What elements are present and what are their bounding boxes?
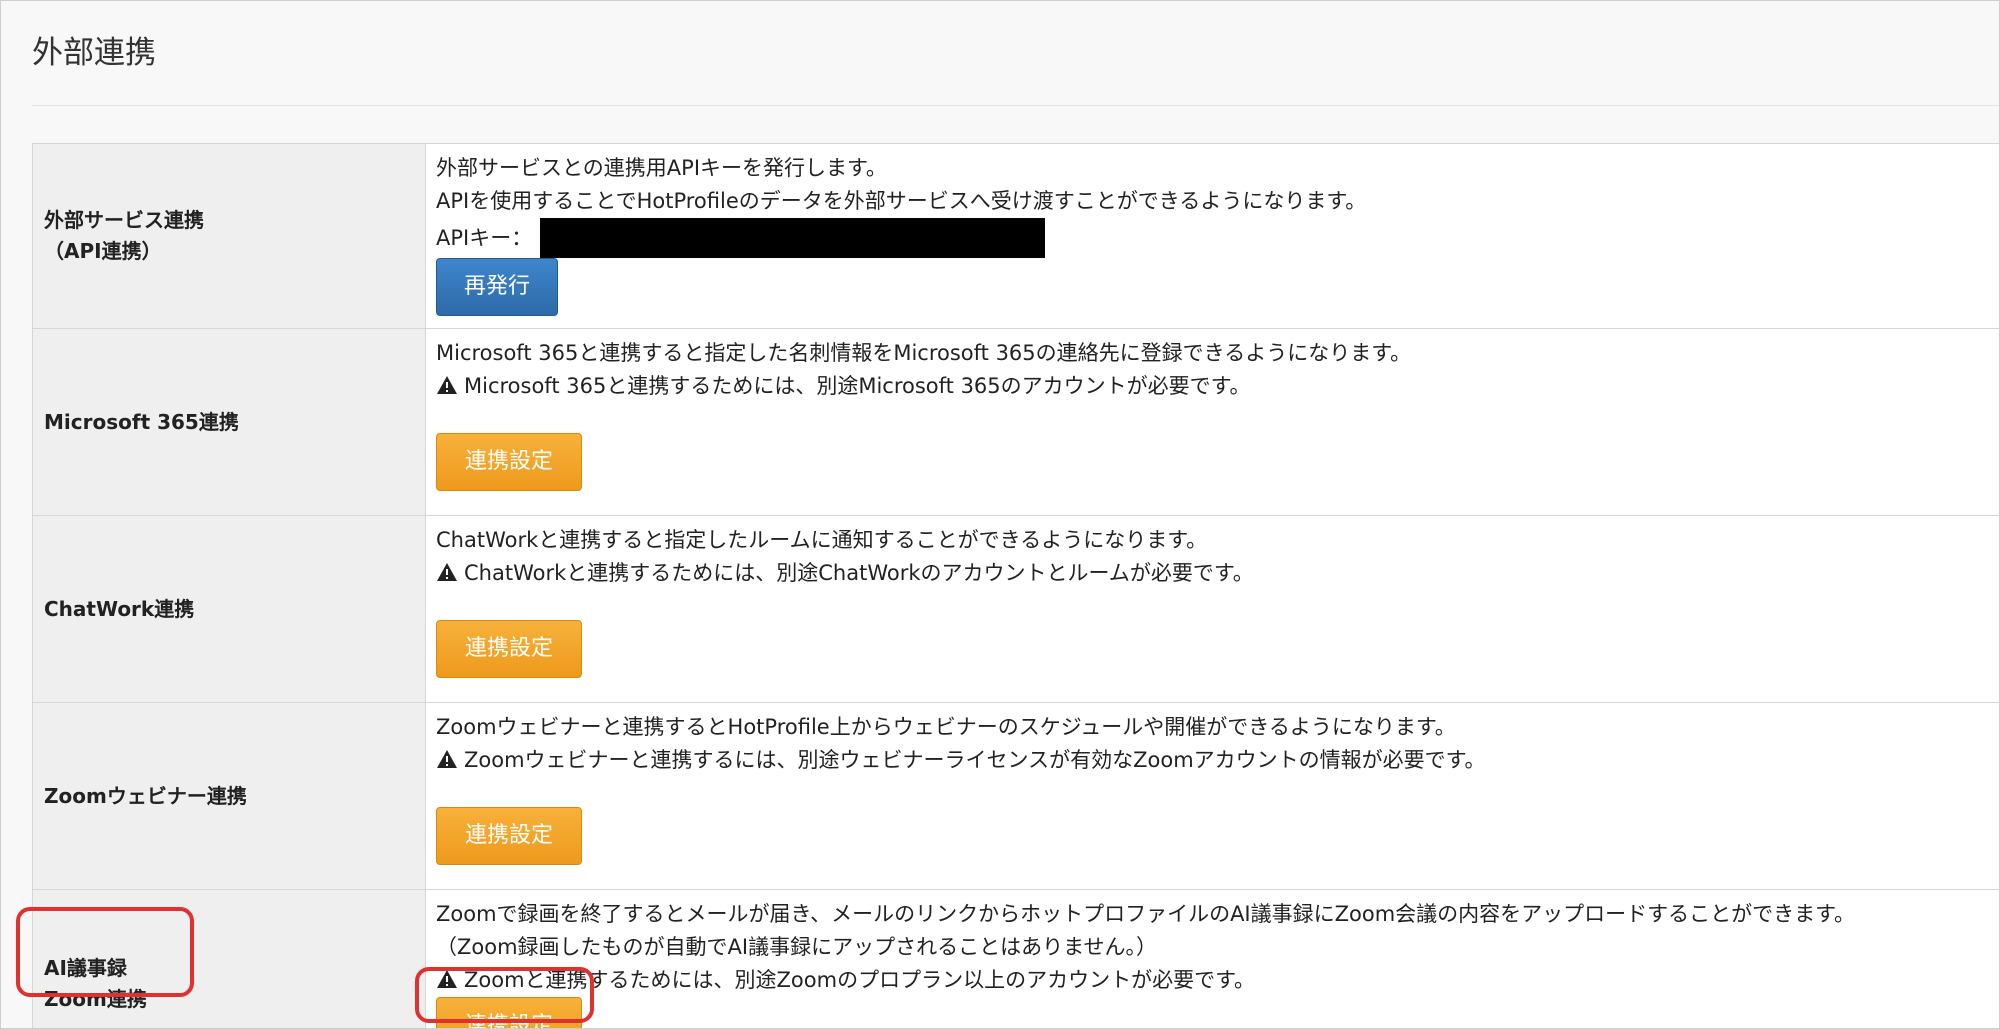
table-row-zoom-webinar: Zoomウェビナー連携 Zoomウェビナーと連携するとHotProfile上から… bbox=[32, 702, 1999, 890]
warning-triangle-icon bbox=[437, 376, 457, 394]
title-divider bbox=[32, 105, 1999, 106]
api-key-label: APIキー： bbox=[436, 225, 533, 250]
api-description-2: APIを使用することでHotProfileのデータを外部サービスへ受け渡すことが… bbox=[436, 189, 1367, 213]
row-label-zoom-webinar: Zoomウェビナー連携 bbox=[32, 702, 426, 890]
zoom-webinar-warning: Zoomウェビナーと連携するには、別途ウェビナーライセンスが有効なZoomアカウ… bbox=[436, 744, 1999, 777]
chatwork-connect-button[interactable]: 連携設定 bbox=[436, 620, 582, 678]
integration-table: 外部サービス連携 （API連携） 外部サービスとの連携用APIキーを発行します。… bbox=[32, 143, 1999, 1028]
row-label-api-line1: 外部サービス連携 bbox=[44, 208, 204, 232]
row-label-microsoft365: Microsoft 365連携 bbox=[32, 328, 426, 516]
table-row-api: 外部サービス連携 （API連携） 外部サービスとの連携用APIキーを発行します。… bbox=[32, 143, 1999, 329]
table-row-ai-minutes-zoom: AI議事録 Zoom連携 Zoomで録画を終了するとメールが届き、メールのリンク… bbox=[32, 889, 1999, 1028]
table-row-chatwork: ChatWork連携 ChatWorkと連携すると指定したルームに通知することが… bbox=[32, 515, 1999, 703]
row-label-api: 外部サービス連携 （API連携） bbox=[32, 143, 426, 329]
highlight-ai-zoom-label bbox=[16, 907, 194, 997]
row-label-api-line2: （API連携） bbox=[44, 239, 162, 263]
zoom-webinar-description: Zoomウェビナーと連携するとHotProfile上からウェビナーのスケジュール… bbox=[436, 715, 1456, 739]
warning-triangle-icon bbox=[437, 563, 457, 581]
microsoft365-warning: Microsoft 365と連携するためには、別途Microsoft 365のア… bbox=[436, 370, 1999, 403]
row-content-chatwork: ChatWorkと連携すると指定したルームに通知することができるようになります。… bbox=[425, 515, 1999, 703]
ai-zoom-warning: Zoomと連携するためには、別途Zoomのプロプラン以上のアカウントが必要です。 bbox=[436, 964, 1999, 997]
api-key-row: APIキー： bbox=[436, 218, 1999, 258]
chatwork-description: ChatWorkと連携すると指定したルームに通知することができるようになります。 bbox=[436, 528, 1208, 552]
row-content-zoom-webinar: Zoomウェビナーと連携するとHotProfile上からウェビナーのスケジュール… bbox=[425, 702, 1999, 890]
external-integration-panel: 外部連携 外部サービス連携 （API連携） 外部サービスとの連携用APIキーを発… bbox=[0, 0, 2000, 1029]
zoom-webinar-connect-button[interactable]: 連携設定 bbox=[436, 807, 582, 865]
chatwork-warning-text: ChatWorkと連携するためには、別途ChatWorkのアカウントとルームが必… bbox=[464, 561, 1254, 585]
api-key-value-redacted bbox=[540, 218, 1046, 258]
row-content-microsoft365: Microsoft 365と連携すると指定した名刺情報をMicrosoft 36… bbox=[425, 328, 1999, 516]
table-row-microsoft365: Microsoft 365連携 Microsoft 365と連携すると指定した名… bbox=[32, 328, 1999, 516]
row-content-api: 外部サービスとの連携用APIキーを発行します。 APIを使用することでHotPr… bbox=[425, 143, 1999, 329]
page-title: 外部連携 bbox=[32, 35, 156, 71]
zoom-webinar-warning-text: Zoomウェビナーと連携するには、別途ウェビナーライセンスが有効なZoomアカウ… bbox=[464, 748, 1486, 772]
ai-zoom-description-2: （Zoom録画したものが自動でAI議事録にアップされることはありません。） bbox=[436, 935, 1157, 959]
warning-triangle-icon bbox=[437, 750, 457, 768]
row-label-chatwork: ChatWork連携 bbox=[32, 515, 426, 703]
reissue-button[interactable]: 再発行 bbox=[436, 258, 558, 316]
microsoft365-warning-text: Microsoft 365と連携するためには、別途Microsoft 365のア… bbox=[464, 374, 1251, 398]
microsoft365-description: Microsoft 365と連携すると指定した名刺情報をMicrosoft 36… bbox=[436, 341, 1412, 365]
row-content-ai-minutes-zoom: Zoomで録画を終了するとメールが届き、メールのリンクからホットプロファイルのA… bbox=[425, 889, 1999, 1028]
ai-zoom-description-1: Zoomで録画を終了するとメールが届き、メールのリンクからホットプロファイルのA… bbox=[436, 902, 1856, 926]
microsoft365-connect-button[interactable]: 連携設定 bbox=[436, 433, 582, 491]
api-description-1: 外部サービスとの連携用APIキーを発行します。 bbox=[436, 156, 887, 180]
chatwork-warning: ChatWorkと連携するためには、別途ChatWorkのアカウントとルームが必… bbox=[436, 557, 1999, 590]
highlight-ai-zoom-button bbox=[415, 967, 594, 1023]
